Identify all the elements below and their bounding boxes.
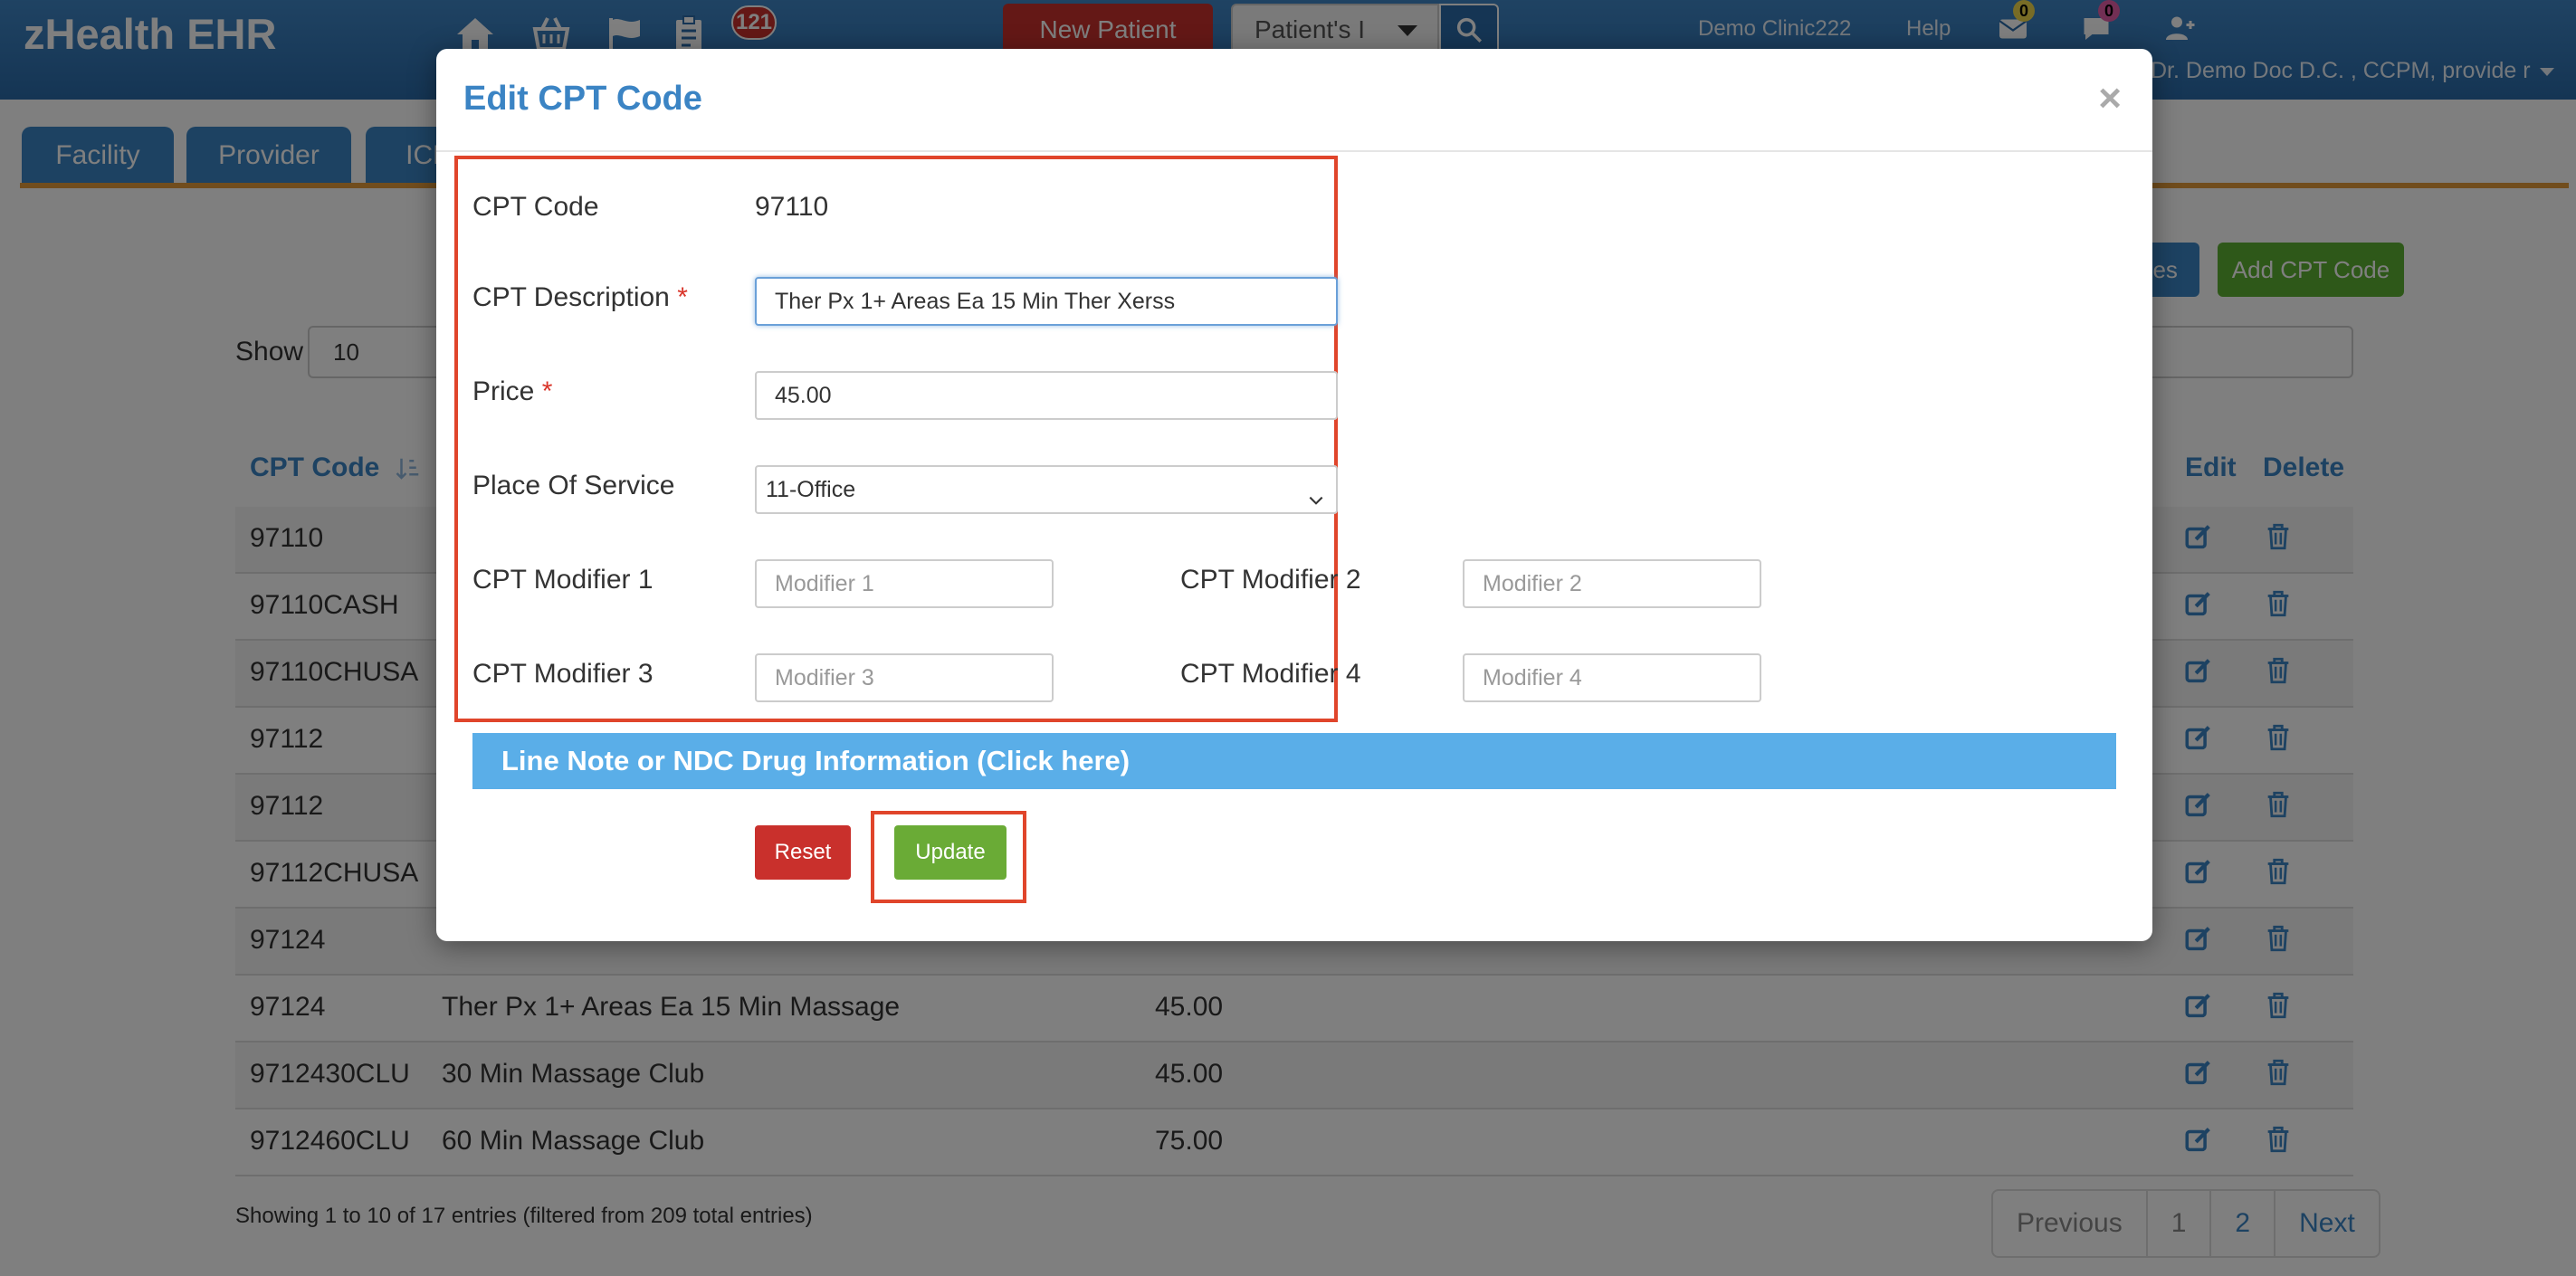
required-asterisk: * [677,282,688,312]
update-button[interactable]: Update [894,825,1007,880]
chevron-down-icon [1307,480,1325,505]
reset-button[interactable]: Reset [755,825,851,880]
form-highlight-box [454,156,1338,722]
cpt-modifier-1-input[interactable]: Modifier 1 [755,559,1054,608]
cpt-modifier-3-input[interactable]: Modifier 3 [755,653,1054,702]
cpt-description-label-text: CPT Description [472,282,670,312]
cpt-modifier-4-input[interactable]: Modifier 4 [1463,653,1761,702]
price-input-value: 45.00 [775,383,832,408]
cpt-modifier-1-label: CPT Modifier 1 [472,565,654,595]
price-label: Price * [472,376,552,407]
cpt-modifier-3-label: CPT Modifier 3 [472,659,654,689]
cpt-modifier-2-placeholder: Modifier 2 [1483,571,1582,596]
edit-cpt-code-modal: Edit CPT Code × CPT Code 97110 CPT Descr… [436,49,2152,941]
place-of-service-label: Place Of Service [472,471,675,500]
cpt-description-label: CPT Description * [472,282,688,313]
cpt-description-input[interactable]: Ther Px 1+ Areas Ea 15 Min Ther Xerss [755,277,1338,326]
cpt-code-value: 97110 [755,192,829,222]
cpt-code-label: CPT Code [472,192,599,222]
modal-title: Edit CPT Code [463,80,702,118]
place-of-service-value: 11-Office [766,477,856,502]
modal-header-divider [436,150,2152,152]
cpt-modifier-4-placeholder: Modifier 4 [1483,665,1582,690]
price-label-text: Price [472,376,535,406]
close-icon[interactable]: × [2098,76,2122,121]
cpt-modifier-1-placeholder: Modifier 1 [775,571,874,596]
cpt-modifier-4-label: CPT Modifier 4 [1180,659,1361,689]
price-input[interactable]: 45.00 [755,371,1338,420]
required-asterisk: * [541,376,553,406]
cpt-modifier-3-placeholder: Modifier 3 [775,665,874,690]
place-of-service-select[interactable]: 11-Office [755,465,1338,514]
cpt-description-input-value: Ther Px 1+ Areas Ea 15 Min Ther Xerss [775,289,1176,314]
cpt-modifier-2-input[interactable]: Modifier 2 [1463,559,1761,608]
line-note-toggle[interactable]: Line Note or NDC Drug Information (Click… [472,733,2116,789]
cpt-modifier-2-label: CPT Modifier 2 [1180,565,1361,595]
